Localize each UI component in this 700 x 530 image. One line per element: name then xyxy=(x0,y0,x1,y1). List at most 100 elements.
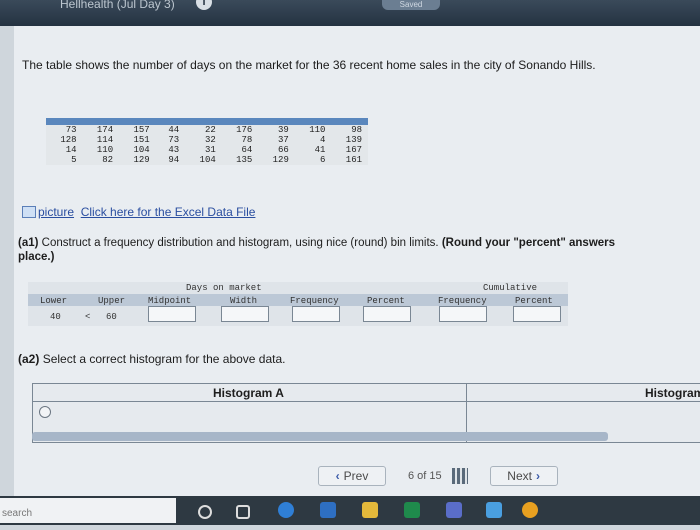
mail-icon[interactable] xyxy=(486,502,502,518)
group-days-on-market: Days on market xyxy=(186,283,262,293)
next-button[interactable]: Next › xyxy=(489,466,558,486)
page-indicator: 6 of 15 xyxy=(408,470,442,482)
question-a2-label: (a2) xyxy=(18,352,40,366)
horizontal-scrollbar[interactable] xyxy=(32,432,608,441)
grid-icon[interactable] xyxy=(451,468,468,484)
cum-frequency-input[interactable] xyxy=(439,306,487,322)
midpoint-input[interactable] xyxy=(148,306,196,322)
row-upper: 60 xyxy=(106,312,117,322)
table-cell: 73 xyxy=(65,125,77,135)
table-cell: 129 xyxy=(272,155,289,165)
search-input[interactable]: search xyxy=(0,498,176,523)
table-cell: 39 xyxy=(278,125,289,135)
table-cell: 64 xyxy=(241,145,253,155)
col-frequency: Frequency xyxy=(290,296,339,306)
info-icon[interactable]: i xyxy=(196,0,212,10)
store-icon[interactable] xyxy=(446,502,462,518)
table-cell: 161 xyxy=(345,155,362,165)
table-cell: 73 xyxy=(168,135,180,145)
col-midpoint: Midpoint xyxy=(148,296,192,306)
question-a1-label: (a1) xyxy=(18,237,39,249)
table-cell: 6 xyxy=(319,155,326,165)
question-a2-text: Select a correct histogram for the above… xyxy=(42,352,286,366)
table-cell: 128 xyxy=(60,135,77,145)
col-cum-frequency: Frequency xyxy=(438,296,487,306)
picture-alt-text: picture xyxy=(38,205,75,219)
table-cell: 94 xyxy=(168,155,180,165)
cortana-icon[interactable] xyxy=(198,505,212,519)
cum-percent-input[interactable] xyxy=(513,306,561,322)
table-cell: 82 xyxy=(102,155,114,165)
chevron-left-icon: ‹ xyxy=(335,469,340,483)
frequency-distribution-table: Days on market Cumulative Lower Upper Mi… xyxy=(28,282,568,326)
table-cell: 176 xyxy=(236,125,253,135)
width-input[interactable] xyxy=(221,306,269,322)
table-cell: 151 xyxy=(133,135,150,145)
table-cell: 4 xyxy=(319,135,326,145)
table-cell: 114 xyxy=(96,135,114,145)
days-on-market-table: 73 174 157 44 22 176 39 110 98 128 114 151 73 32 78 37 4… xyxy=(46,118,368,165)
chrome-icon[interactable] xyxy=(522,502,538,518)
picture-icon xyxy=(22,206,36,218)
table-row: 128 114 151 73 32 78 37 4 139 xyxy=(46,135,368,145)
percent-input[interactable] xyxy=(363,306,411,322)
table-cell: 44 xyxy=(168,125,180,135)
table-cell: 32 xyxy=(204,135,216,145)
table-cell: 110 xyxy=(96,145,114,155)
next-label: Next xyxy=(507,469,532,483)
windows-taskbar: search xyxy=(0,496,700,525)
saved-status: Saved xyxy=(382,0,440,10)
excel-data-link[interactable]: picture Click here for the Excel Data Fi… xyxy=(22,205,255,219)
histogram-header-rule xyxy=(33,401,700,402)
chevron-right-icon: › xyxy=(535,469,540,483)
frequency-input[interactable] xyxy=(292,306,340,322)
table-cell: 104 xyxy=(199,155,216,165)
question-a1-text: Construct a frequency distribution and h… xyxy=(41,237,439,249)
edge-icon[interactable] xyxy=(278,502,294,518)
table-row: 5 82 129 94 104 135 129 6 161 xyxy=(46,155,368,165)
table-cell: 22 xyxy=(204,125,216,135)
table-cell: 66 xyxy=(278,145,289,155)
table-row: 73 174 157 44 22 176 39 110 98 xyxy=(46,125,368,135)
browser-top-bar: Hellhealth (Jul Day 3) i Saved xyxy=(0,0,700,26)
table-cell: 31 xyxy=(204,145,216,155)
table-cell: 37 xyxy=(278,135,289,145)
table-cell: 135 xyxy=(236,155,253,165)
question-intro: The table shows the number of days on th… xyxy=(22,58,596,72)
table-cell: 104 xyxy=(133,145,150,155)
question-a1-tail: place.) xyxy=(18,251,55,263)
table-cell: 5 xyxy=(71,155,77,165)
file-explorer-icon[interactable] xyxy=(362,502,378,518)
task-view-icon[interactable] xyxy=(236,505,250,519)
col-lower: Lower xyxy=(40,296,68,306)
table-cell: 129 xyxy=(133,155,150,165)
excel-icon[interactable] xyxy=(404,502,420,518)
table-cell: 157 xyxy=(133,125,150,135)
table-cell: 167 xyxy=(345,145,362,155)
assignment-title: Hellhealth (Jul Day 3) xyxy=(60,0,175,11)
table-cell: 14 xyxy=(65,145,77,155)
table-cell: 43 xyxy=(168,145,180,155)
table-cell: 98 xyxy=(351,125,362,135)
table-row: 14 110 104 43 31 64 66 41 167 xyxy=(46,145,368,155)
question-pager: ‹ Prev 6 of 15 Next › xyxy=(318,466,558,486)
table-cell: 139 xyxy=(345,135,362,145)
prev-button[interactable]: ‹ Prev xyxy=(318,466,386,486)
question-a2: (a2) Select a correct histogram for the … xyxy=(18,352,285,366)
col-percent: Percent xyxy=(367,296,405,306)
col-upper: Upper xyxy=(98,296,126,306)
excel-link-label[interactable]: Click here for the Excel Data File xyxy=(81,205,256,219)
histogram-a-radio[interactable] xyxy=(39,406,51,418)
word-icon[interactable] xyxy=(320,502,336,518)
table-cell: 110 xyxy=(309,125,326,135)
histogram-a-label: Histogram A xyxy=(213,386,284,400)
prev-label: Prev xyxy=(343,469,369,483)
table-header-band xyxy=(46,118,368,125)
histogram-b-label: Histogram xyxy=(645,386,700,400)
question-a1: (a1) Construct a frequency distribution … xyxy=(18,236,700,264)
table-cell: 174 xyxy=(96,125,114,135)
row-lower: 40 xyxy=(50,312,61,322)
row-sep: < xyxy=(85,312,91,322)
group-cumulative: Cumulative xyxy=(483,283,538,293)
col-cum-percent: Percent xyxy=(515,296,553,306)
